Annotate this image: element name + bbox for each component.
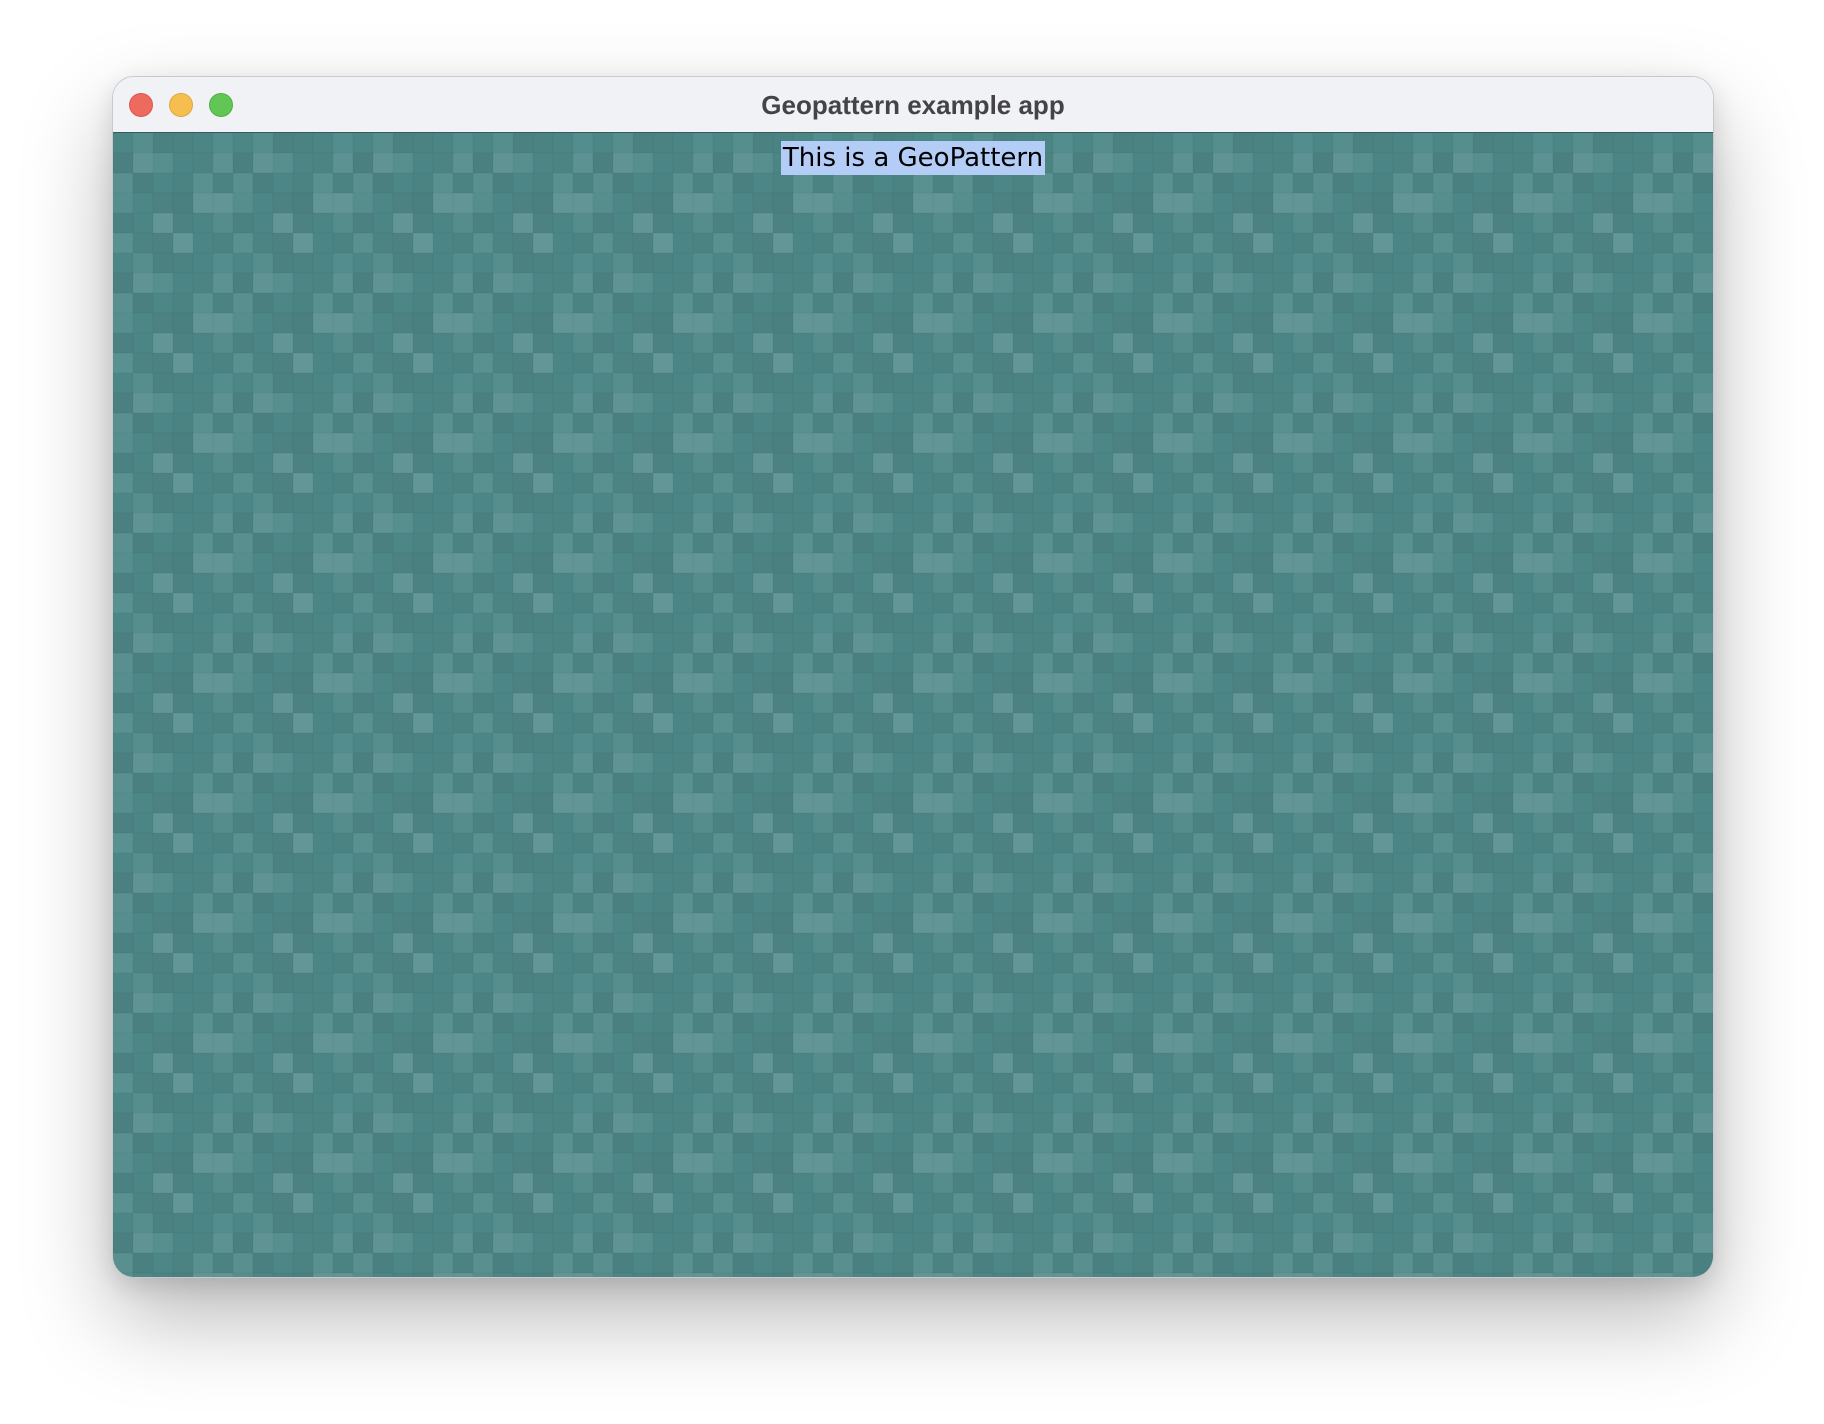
geopattern-background: [113, 133, 1713, 1277]
geopattern-view: This is a GeoPattern: [113, 133, 1713, 1277]
title-bar[interactable]: Geopattern example app: [113, 77, 1713, 133]
app-window: Geopattern example app This is a GeoPatt…: [112, 76, 1714, 1278]
window-title: Geopattern example app: [761, 90, 1065, 120]
